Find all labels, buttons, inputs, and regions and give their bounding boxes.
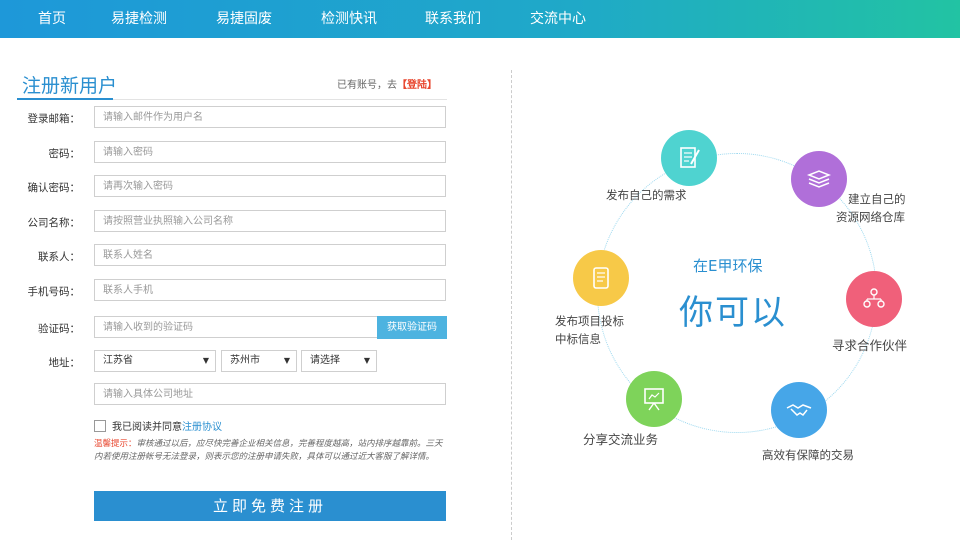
nav-item-home[interactable]: 首页 bbox=[38, 0, 66, 38]
tip-label: 温馨提示： bbox=[94, 439, 137, 449]
nav-item-community[interactable]: 交流中心 bbox=[530, 0, 586, 38]
login-link[interactable]: 【登陆】 bbox=[397, 80, 437, 91]
node-find-partners-label: 寻求合作伙伴 bbox=[832, 338, 908, 353]
node-resource-warehouse-label-2: 资源网络仓库 bbox=[836, 210, 905, 224]
register-button[interactable]: 立即免费注册 bbox=[94, 491, 446, 521]
agreement-link[interactable]: 注册协议 bbox=[182, 422, 222, 433]
node-bid-info-label-1: 发布项目投标 bbox=[555, 314, 624, 328]
database-icon bbox=[806, 170, 832, 188]
document-edit-icon bbox=[680, 147, 700, 168]
login-hint-text: 已有账号，去 bbox=[337, 80, 397, 91]
email-field[interactable] bbox=[94, 106, 446, 128]
warm-tip: 温馨提示：审核通过以后，应尽快完善企业相关信息，完善程度越高，站内排序越靠前。三… bbox=[94, 438, 450, 464]
password-field[interactable] bbox=[94, 141, 446, 163]
nav-item-testing[interactable]: 易捷检测 bbox=[111, 0, 167, 38]
contact-label: 联系人： bbox=[38, 251, 80, 263]
dropdown-arrow-icon: ▼ bbox=[363, 356, 370, 365]
node-publish-demand-label: 发布自己的需求 bbox=[606, 188, 687, 202]
province-value: 江苏省 bbox=[103, 355, 133, 366]
province-select[interactable]: 江苏省 ▼ bbox=[94, 350, 216, 372]
title-divider bbox=[17, 98, 447, 100]
nav-item-news[interactable]: 检测快讯 bbox=[321, 0, 377, 38]
address-detail-field[interactable] bbox=[94, 383, 446, 405]
presentation-board-icon bbox=[644, 388, 664, 411]
city-select[interactable]: 苏州市 ▼ bbox=[221, 350, 297, 372]
page-title: 注册新用户 bbox=[22, 75, 118, 97]
district-value: 请选择 bbox=[310, 355, 340, 366]
handshake-icon bbox=[786, 404, 812, 417]
diagram-center-title: 你可以 bbox=[679, 293, 787, 333]
verification-code-field[interactable] bbox=[94, 316, 378, 338]
contact-field[interactable] bbox=[94, 244, 446, 266]
agreement-row: 我已阅读并同意注册协议 bbox=[94, 418, 222, 433]
node-bid-info bbox=[573, 250, 629, 306]
node-secure-trade bbox=[771, 382, 827, 438]
confirm-password-field[interactable] bbox=[94, 175, 446, 197]
company-label: 公司名称： bbox=[27, 217, 81, 229]
nav-item-contact[interactable]: 联系我们 bbox=[425, 0, 481, 38]
diagram-center-subtitle: 在E甲环保 bbox=[693, 257, 763, 275]
node-find-partners bbox=[846, 271, 902, 327]
agree-checkbox[interactable] bbox=[94, 420, 106, 432]
password-label: 密码： bbox=[48, 148, 81, 160]
top-nav-bar: 首页 易捷检测 易捷固废 检测快讯 联系我们 交流中心 bbox=[0, 0, 960, 38]
email-label: 登录邮箱： bbox=[27, 113, 81, 125]
nav-item-solid-waste[interactable]: 易捷固废 bbox=[216, 0, 272, 38]
agree-text: 我已阅读并同意 bbox=[112, 422, 182, 433]
node-resource-warehouse bbox=[791, 151, 847, 207]
phone-label: 手机号码： bbox=[27, 286, 81, 298]
company-field[interactable] bbox=[94, 210, 446, 232]
phone-field[interactable] bbox=[94, 279, 446, 301]
confirm-password-label: 确认密码： bbox=[27, 182, 81, 194]
node-bid-info-label-2: 中标信息 bbox=[555, 332, 601, 346]
get-code-button[interactable]: 获取验证码 bbox=[377, 316, 447, 339]
node-publish-demand bbox=[661, 130, 717, 186]
node-share-business bbox=[626, 371, 682, 427]
node-resource-warehouse-label-1: 建立自己的 bbox=[848, 192, 906, 206]
dropdown-arrow-icon: ▼ bbox=[283, 356, 290, 365]
login-hint: 已有账号，去【登陆】 bbox=[337, 76, 437, 91]
tip-text: 审核通过以后，应尽快完善企业相关信息，完善程度越高，站内排序越靠前。三天内若使用… bbox=[94, 439, 443, 462]
address-label: 地址： bbox=[48, 357, 81, 369]
node-secure-trade-label: 高效有保障的交易 bbox=[762, 448, 854, 462]
scroll-icon bbox=[593, 267, 609, 289]
node-share-business-label: 分享交流业务 bbox=[583, 432, 659, 447]
dropdown-arrow-icon: ▼ bbox=[202, 356, 209, 365]
vertical-divider bbox=[511, 70, 512, 540]
city-value: 苏州市 bbox=[230, 355, 260, 366]
verification-code-label: 验证码： bbox=[38, 323, 80, 335]
district-select[interactable]: 请选择 ▼ bbox=[301, 350, 377, 372]
people-network-icon bbox=[863, 288, 885, 308]
